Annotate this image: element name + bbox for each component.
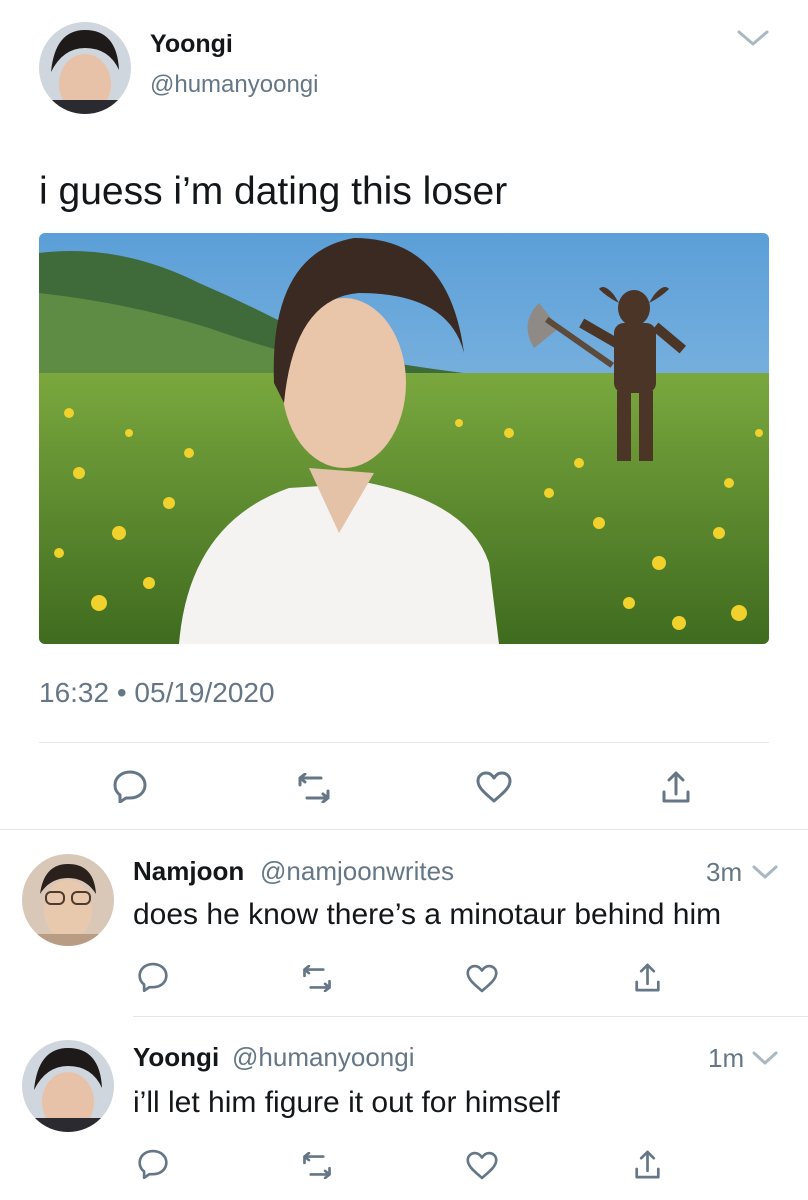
tweet-text: i guess i’m dating this loser <box>39 170 508 213</box>
reply-time: 1m <box>708 1043 745 1073</box>
like-icon[interactable] <box>476 771 512 803</box>
reply-avatar[interactable] <box>22 854 114 946</box>
author-avatar[interactable] <box>39 22 131 114</box>
chevron-down-icon[interactable] <box>752 864 778 880</box>
like-icon[interactable] <box>466 1151 498 1180</box>
reply-display-name[interactable]: Namjoon <box>133 856 244 887</box>
retweet-icon[interactable] <box>295 773 333 803</box>
divider <box>39 742 769 743</box>
chevron-down-icon[interactable] <box>752 1050 778 1066</box>
author-display-name[interactable]: Yoongi <box>150 30 233 59</box>
divider <box>0 829 808 830</box>
tweet-image[interactable] <box>39 233 769 644</box>
reply-icon[interactable] <box>137 1148 169 1179</box>
reply-text: i’ll let him figure it out for himself <box>133 1086 560 1119</box>
share-icon[interactable] <box>634 1149 661 1180</box>
share-icon[interactable] <box>634 962 661 993</box>
reply-handle[interactable]: @humanyoongi <box>232 1042 415 1073</box>
reply-icon[interactable] <box>112 769 148 803</box>
retweet-icon[interactable] <box>300 1152 334 1179</box>
reply-time: 3m <box>706 857 743 887</box>
divider <box>133 1016 808 1017</box>
reply-icon[interactable] <box>137 961 169 992</box>
share-icon[interactable] <box>661 770 691 804</box>
reply-text: does he know there’s a minotaur behind h… <box>133 898 722 931</box>
reply-display-name[interactable]: Yoongi <box>133 1042 219 1073</box>
reply-handle[interactable]: @namjoonwrites <box>260 856 454 887</box>
retweet-icon[interactable] <box>300 965 334 992</box>
author-handle[interactable]: @humanyoongi <box>150 71 318 99</box>
reply-avatar[interactable] <box>22 1040 114 1132</box>
tweet-timestamp[interactable]: 16:32 • 05/19/2020 <box>39 677 275 709</box>
like-icon[interactable] <box>466 964 498 993</box>
chevron-down-icon[interactable] <box>736 28 770 48</box>
